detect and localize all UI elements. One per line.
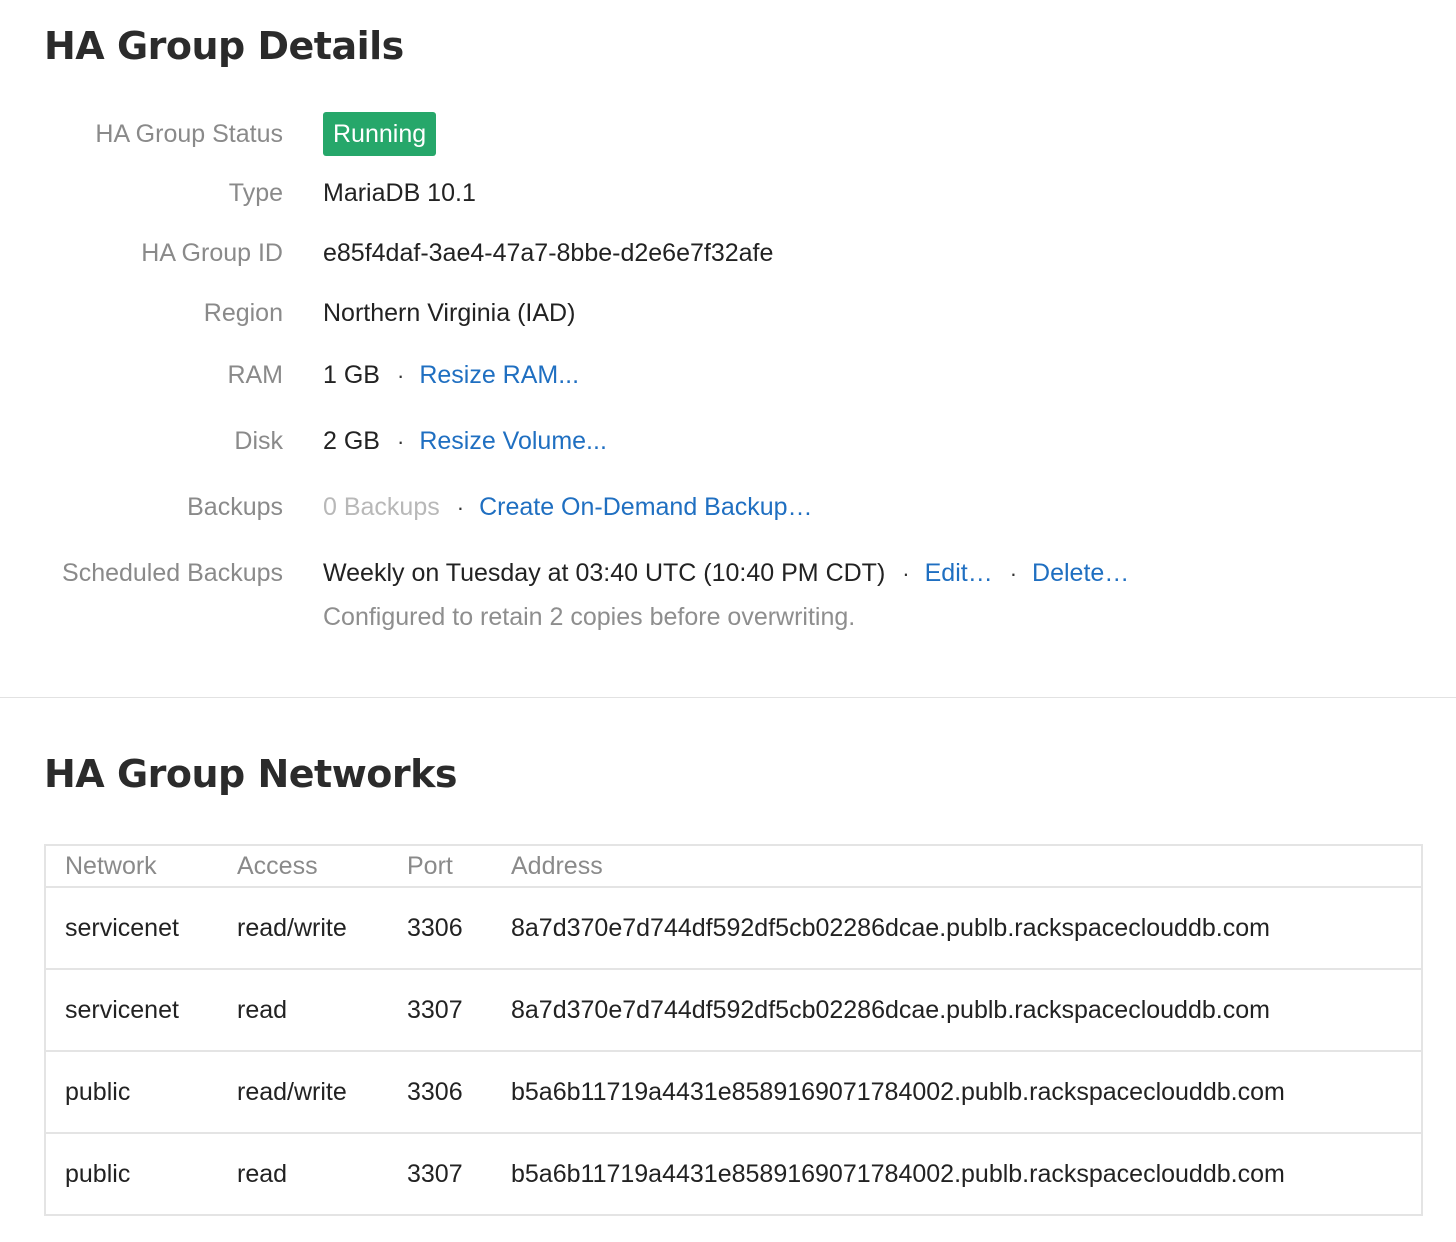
column-header-network: Network — [65, 852, 157, 880]
group-id-label: HA Group ID — [141, 239, 283, 267]
retention-note: Configured to retain 2 copies before ove… — [323, 603, 856, 631]
address-cell: 8a7d370e7d744df592df5cb02286dcae.publb.r… — [511, 914, 1270, 942]
region-row: Region Northern Virginia (IAD) — [0, 293, 1456, 333]
disk-value: 2 GB — [323, 427, 380, 455]
table-row: servicenet read 3307 8a7d370e7d744df592d… — [46, 970, 1421, 1052]
networks-title: HA Group Networks — [44, 752, 458, 796]
type-value: MariaDB 10.1 — [323, 179, 476, 207]
status-value: Running — [323, 112, 437, 156]
region-value: Northern Virginia (IAD) — [323, 299, 576, 327]
column-header-access: Access — [237, 852, 318, 880]
ram-label: RAM — [227, 361, 283, 389]
region-label: Region — [203, 299, 283, 327]
backups-count: 0 Backups — [323, 493, 440, 521]
network-cell: servicenet — [65, 914, 179, 942]
table-header: Network Access Port Address — [46, 846, 1421, 888]
table-row: public read 3307 b5a6b11719a4431e8589169… — [46, 1134, 1421, 1216]
section-divider — [0, 697, 1456, 698]
type-row: Type MariaDB 10.1 — [0, 173, 1456, 213]
access-cell: read — [237, 996, 288, 1024]
scheduled-backups-value-group: Weekly on Tuesday at 03:40 UTC (10:40 PM… — [323, 553, 1129, 594]
port-cell: 3306 — [407, 914, 463, 942]
table-row: public read/write 3306 b5a6b11719a4431e8… — [46, 1052, 1421, 1134]
network-cell: public — [65, 1160, 131, 1188]
ram-separator: · — [396, 363, 405, 388]
networks-table: Network Access Port Address servicenet r… — [44, 844, 1423, 1216]
details-title: HA Group Details — [44, 24, 404, 68]
table-row: servicenet read/write 3306 8a7d370e7d744… — [46, 888, 1421, 970]
group-id-row: HA Group ID e85f4daf-3ae4-47a7-8bbe-d2e6… — [0, 233, 1456, 273]
status-badge: Running — [323, 112, 437, 156]
scheduled-separator-1: · — [902, 561, 910, 586]
access-cell: read — [237, 1160, 288, 1188]
ram-row: RAM 1 GB · Resize RAM... — [0, 355, 1456, 395]
backups-row: Backups 0 Backups · Create On-Demand Backu… — [0, 487, 1456, 527]
disk-separator: · — [396, 429, 405, 454]
access-cell: read/write — [237, 1078, 347, 1106]
disk-value-group: 2 GB · Resize Volume... — [323, 421, 607, 462]
port-cell: 3306 — [407, 1078, 463, 1106]
address-cell: 8a7d370e7d744df592df5cb02286dcae.publb.r… — [511, 996, 1270, 1024]
backups-separator: · — [456, 495, 465, 520]
resize-volume-link[interactable]: Resize Volume... — [419, 427, 607, 455]
address-cell: b5a6b11719a4431e8589169071784002.publb.r… — [511, 1160, 1285, 1188]
scheduled-backups-row: Scheduled Backups Weekly on Tuesday at 0… — [0, 553, 1456, 593]
ram-value-group: 1 GB · Resize RAM... — [323, 355, 579, 396]
create-backup-link[interactable]: Create On-Demand Backup… — [479, 493, 812, 521]
status-row: HA Group Status Running — [0, 112, 1456, 156]
resize-ram-link[interactable]: Resize RAM... — [419, 361, 579, 389]
status-label: HA Group Status — [95, 120, 283, 148]
scheduled-backups-value: Weekly on Tuesday at 03:40 UTC (10:40 PM… — [323, 559, 886, 587]
type-label: Type — [228, 179, 283, 207]
ram-value: 1 GB — [323, 361, 380, 389]
edit-schedule-link[interactable]: Edit… — [925, 559, 993, 587]
network-cell: public — [65, 1078, 131, 1106]
access-cell: read/write — [237, 914, 347, 942]
column-header-address: Address — [511, 852, 603, 880]
backups-value-group: 0 Backups · Create On-Demand Backup… — [323, 487, 813, 528]
disk-row: Disk 2 GB · Resize Volume... — [0, 421, 1456, 461]
group-id-value: e85f4daf-3ae4-47a7-8bbe-d2e6e7f32afe — [323, 239, 774, 267]
address-cell: b5a6b11719a4431e8589169071784002.publb.r… — [511, 1078, 1285, 1106]
delete-schedule-link[interactable]: Delete… — [1032, 559, 1129, 587]
port-cell: 3307 — [407, 1160, 463, 1188]
scheduled-backups-label: Scheduled Backups — [62, 559, 283, 587]
scheduled-separator-2: · — [1009, 561, 1018, 586]
column-header-port: Port — [407, 852, 453, 880]
network-cell: servicenet — [65, 996, 179, 1024]
port-cell: 3307 — [407, 996, 463, 1024]
backups-label: Backups — [187, 493, 283, 521]
disk-label: Disk — [234, 427, 283, 455]
